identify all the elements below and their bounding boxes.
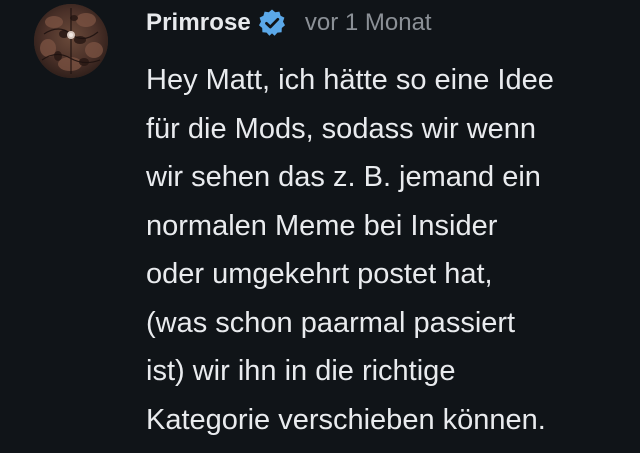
timestamp[interactable]: vor 1 Monat bbox=[305, 9, 432, 37]
verified-badge-icon bbox=[257, 8, 287, 38]
comment-header: Primrose vor 1 Monat bbox=[146, 6, 432, 40]
avatar[interactable] bbox=[34, 4, 108, 78]
author-name[interactable]: Primrose bbox=[146, 9, 251, 37]
comment-text: Hey Matt, ich hätte so eine Idee für die… bbox=[146, 64, 554, 436]
comment-card: Primrose vor 1 Monat Hey Matt, ich hätte… bbox=[0, 0, 640, 453]
avatar-image bbox=[34, 4, 108, 78]
